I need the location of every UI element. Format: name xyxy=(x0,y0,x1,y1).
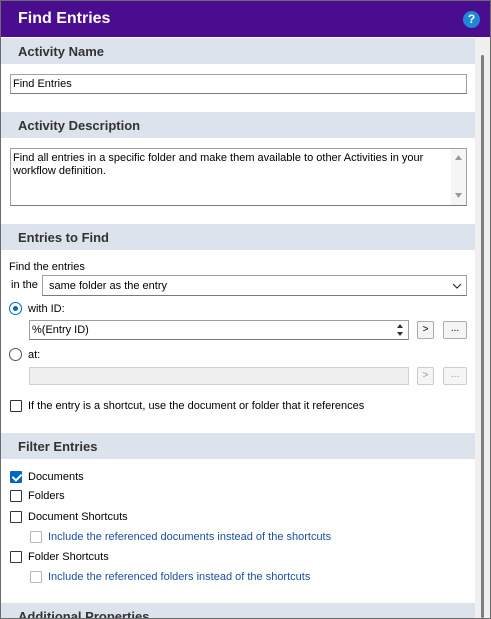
section-title: Filter Entries xyxy=(18,439,98,454)
scroll-arrows-icon xyxy=(455,155,462,198)
description-scrollbar[interactable] xyxy=(451,149,466,205)
with-id-label: with ID: xyxy=(28,303,65,315)
use-shortcut-target-label: If the entry is a shortcut, use the docu… xyxy=(28,400,365,412)
section-additional-properties: Additional Properties xyxy=(1,603,475,619)
at-radio[interactable] xyxy=(9,348,22,361)
include-referenced-documents-checkbox[interactable] xyxy=(30,531,42,543)
section-title: Activity Name xyxy=(18,44,104,59)
folder-shortcuts-checkbox[interactable] xyxy=(10,551,22,563)
title-bar: Find Entries ? xyxy=(1,1,490,37)
include-referenced-documents-label: Include the referenced documents instead… xyxy=(48,531,332,543)
document-shortcuts-label: Document Shortcuts xyxy=(28,511,128,523)
path-browse-button[interactable]: ... xyxy=(443,367,467,385)
section-activity-name: Activity Name xyxy=(1,38,475,64)
description-line-2: workflow definition. xyxy=(13,165,106,177)
entry-id-value: %(Entry ID) xyxy=(32,324,89,336)
documents-label: Documents xyxy=(28,471,84,483)
description-line-1: Find all entries in a specific folder an… xyxy=(13,152,424,164)
find-entries-window: Find Entries ? Activity Name Find Entrie… xyxy=(0,0,491,619)
path-insert-token-button[interactable]: > xyxy=(417,367,434,385)
section-title: Entries to Find xyxy=(18,230,109,245)
use-shortcut-target-checkbox[interactable] xyxy=(10,400,22,412)
include-referenced-folders-label: Include the referenced folders instead o… xyxy=(48,571,311,583)
folders-label: Folders xyxy=(28,490,65,502)
document-shortcuts-checkbox[interactable] xyxy=(10,511,22,523)
folder-scope-value: same folder as the entry xyxy=(49,280,168,292)
include-referenced-folders-checkbox[interactable] xyxy=(30,571,42,583)
section-title: Activity Description xyxy=(18,118,141,133)
section-title: Additional Properties xyxy=(18,609,150,619)
chevron-down-icon xyxy=(452,283,462,289)
spinner-icon[interactable] xyxy=(394,322,406,338)
section-entries-to-find: Entries to Find xyxy=(1,224,475,250)
section-filter-entries: Filter Entries xyxy=(1,433,475,459)
documents-checkbox[interactable] xyxy=(10,471,22,483)
activity-name-value: Find Entries xyxy=(13,78,72,90)
find-entries-label: Find the entries xyxy=(9,261,85,273)
activity-description-textarea[interactable]: Find all entries in a specific folder an… xyxy=(10,148,467,206)
vertical-scrollbar[interactable] xyxy=(475,37,490,618)
activity-name-input[interactable]: Find Entries xyxy=(10,74,467,94)
help-icon[interactable]: ? xyxy=(463,11,480,28)
folders-checkbox[interactable] xyxy=(10,490,22,502)
folder-shortcuts-label: Folder Shortcuts xyxy=(28,551,109,563)
id-browse-button[interactable]: ... xyxy=(443,321,467,339)
entry-id-input[interactable]: %(Entry ID) xyxy=(29,320,409,340)
scrollbar-thumb[interactable] xyxy=(481,55,484,618)
window-title: Find Entries xyxy=(18,10,111,27)
path-input[interactable] xyxy=(29,367,409,385)
section-activity-description: Activity Description xyxy=(1,112,475,138)
in-the-label: in the xyxy=(11,279,38,291)
at-label: at: xyxy=(28,349,41,361)
id-insert-token-button[interactable]: > xyxy=(417,321,434,339)
folder-scope-select[interactable]: same folder as the entry xyxy=(42,275,467,296)
with-id-radio[interactable] xyxy=(9,302,22,315)
